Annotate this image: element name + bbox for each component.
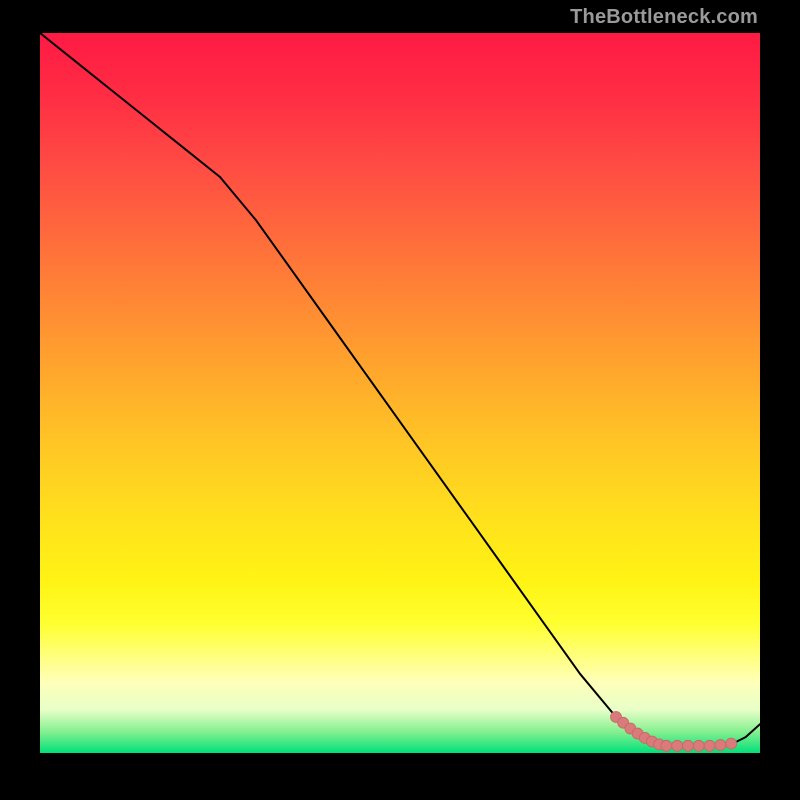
marker-dot: [672, 740, 683, 751]
marker-dot: [704, 740, 715, 751]
marker-dot: [693, 740, 704, 751]
marker-dot: [683, 740, 694, 751]
marker-group: [611, 712, 737, 752]
chart-overlay-svg: [40, 33, 760, 753]
marker-dot: [726, 738, 737, 749]
bottleneck-curve: [40, 33, 760, 746]
plot-area: [40, 33, 760, 753]
watermark-label: TheBottleneck.com: [570, 6, 758, 29]
chart-container: TheBottleneck.com: [0, 0, 800, 800]
marker-dot: [715, 740, 726, 751]
marker-dot: [661, 740, 672, 751]
